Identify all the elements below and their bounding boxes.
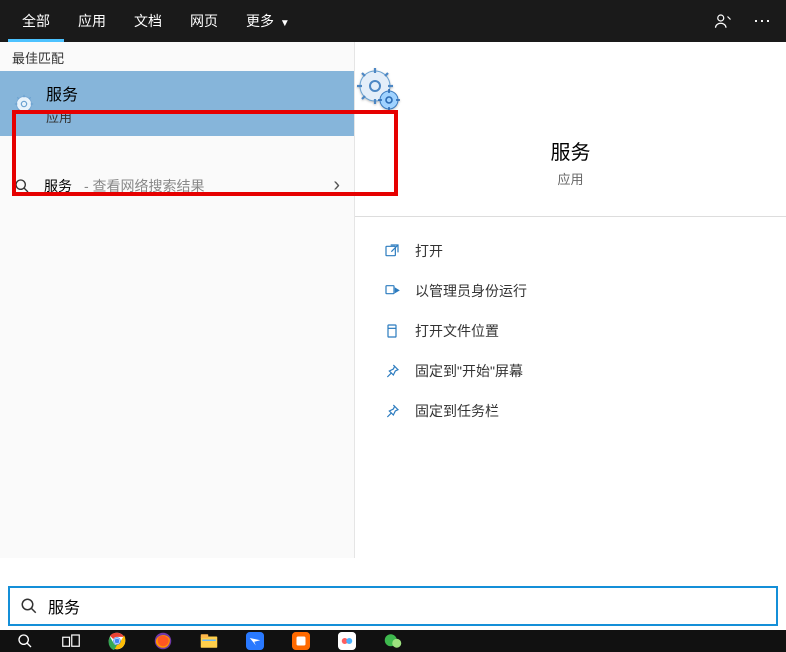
action-run-as-admin[interactable]: 以管理员身份运行 xyxy=(355,271,786,311)
feedback-icon[interactable] xyxy=(714,12,746,30)
explorer-icon[interactable] xyxy=(200,632,218,650)
web-search-query: 服务 xyxy=(44,176,72,196)
search-results-panel: 最佳匹配 服务 应用 xyxy=(0,42,786,558)
best-match-item[interactable]: 服务 应用 xyxy=(0,71,354,136)
dingtalk-icon[interactable] xyxy=(246,632,264,650)
tab-more-label: 更多 xyxy=(246,13,274,29)
taskbar-search-icon[interactable] xyxy=(16,632,34,650)
action-label: 打开文件位置 xyxy=(415,321,499,341)
tab-docs[interactable]: 文档 xyxy=(120,0,176,42)
app-orange-icon[interactable] xyxy=(292,632,310,650)
search-input[interactable] xyxy=(48,597,766,615)
folder-icon xyxy=(383,323,401,339)
action-pin-taskbar[interactable]: 固定到任务栏 xyxy=(355,391,786,431)
app-white-icon[interactable] xyxy=(338,632,356,650)
best-match-header: 最佳匹配 xyxy=(0,42,354,71)
pin-icon xyxy=(383,403,401,419)
taskbar xyxy=(0,630,786,652)
ellipsis-icon[interactable]: ⋯ xyxy=(746,11,778,32)
details-title: 服务 xyxy=(355,136,786,165)
tab-more[interactable]: 更多 ▼ xyxy=(232,0,304,42)
best-match-title: 服务 xyxy=(46,81,78,105)
action-open[interactable]: 打开 xyxy=(355,231,786,271)
wechat-icon[interactable] xyxy=(384,632,402,650)
action-label: 以管理员身份运行 xyxy=(415,281,527,301)
action-pin-start[interactable]: 固定到"开始"屏幕 xyxy=(355,351,786,391)
chevron-down-icon: ▼ xyxy=(280,18,290,29)
open-icon xyxy=(383,243,401,259)
top-tabs-bar: 全部 应用 文档 网页 更多 ▼ ⋯ xyxy=(0,0,786,42)
chrome-icon[interactable] xyxy=(108,632,126,650)
tab-all[interactable]: 全部 xyxy=(8,0,64,42)
best-match-subtitle: 应用 xyxy=(46,107,78,126)
action-open-location[interactable]: 打开文件位置 xyxy=(355,311,786,351)
pin-icon xyxy=(383,363,401,379)
tab-apps[interactable]: 应用 xyxy=(64,0,120,42)
web-search-item[interactable]: 服务 - 查看网络搜索结果 › xyxy=(0,162,354,209)
action-label: 打开 xyxy=(415,241,443,261)
gear-icon xyxy=(14,94,34,114)
search-box[interactable] xyxy=(8,586,778,626)
search-icon xyxy=(20,597,38,615)
action-label: 固定到任务栏 xyxy=(415,401,499,421)
taskview-icon[interactable] xyxy=(62,632,80,650)
action-label: 固定到"开始"屏幕 xyxy=(415,361,523,381)
action-list: 打开 以管理员身份运行 打开文件位置 xyxy=(355,217,786,445)
details-subtitle: 应用 xyxy=(355,169,786,188)
details-panel: 服务 应用 打开 以管理员身份运行 xyxy=(355,42,786,558)
firefox-icon[interactable] xyxy=(154,632,172,650)
search-icon xyxy=(14,178,30,194)
app-large-icon xyxy=(355,66,786,114)
results-list: 最佳匹配 服务 应用 xyxy=(0,42,355,558)
web-search-hint: - 查看网络搜索结果 xyxy=(84,176,205,196)
tab-web[interactable]: 网页 xyxy=(176,0,232,42)
chevron-right-icon: › xyxy=(333,174,340,197)
shield-icon xyxy=(383,283,401,299)
